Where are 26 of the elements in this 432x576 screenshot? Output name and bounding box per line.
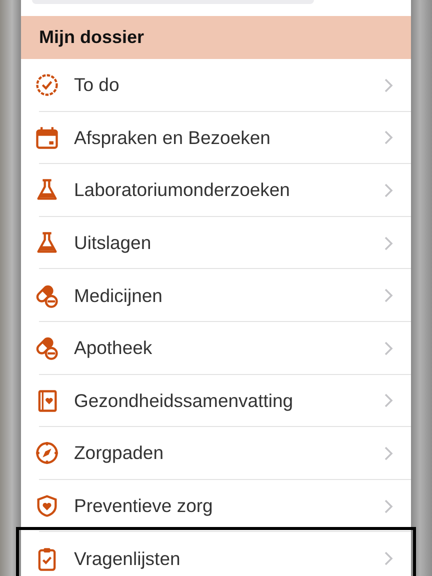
pills-icon [34, 335, 60, 362]
chevron-icon [384, 446, 393, 461]
chevron-icon [384, 236, 393, 251]
menu-item-label: Vragenlijsten [74, 548, 182, 570]
menu-item-label: Gezondheidssamenvatting [74, 390, 294, 412]
chevron-icon [384, 551, 393, 566]
compass-icon [34, 440, 60, 466]
chevron-icon [384, 393, 393, 408]
menu-item-label: Apotheek [74, 337, 154, 360]
section-title: Mijn dossier [39, 27, 144, 48]
chevron-icon [384, 288, 393, 304]
menu-item-label: Preventieve zorg [74, 495, 214, 518]
menu-item-label: Medicijnen [74, 284, 164, 307]
pills-icon [34, 282, 60, 309]
chevron-icon [384, 340, 393, 356]
chevron-icon [384, 182, 393, 198]
chevron-icon [384, 78, 393, 93]
menu-item-label: Afspraken en Bezoeken [74, 126, 272, 149]
clock-check-icon [34, 72, 60, 98]
calendar-icon [34, 124, 60, 151]
menu-item-label: Uitslagen [74, 232, 152, 254]
chevron-icon [384, 498, 393, 514]
menu-item-label: To do [74, 74, 120, 96]
menu-item-label: Zorgpaden [74, 442, 164, 464]
chevron-icon [384, 130, 393, 146]
menu-item-label: Laboratoriumonderzoeken [74, 179, 291, 202]
